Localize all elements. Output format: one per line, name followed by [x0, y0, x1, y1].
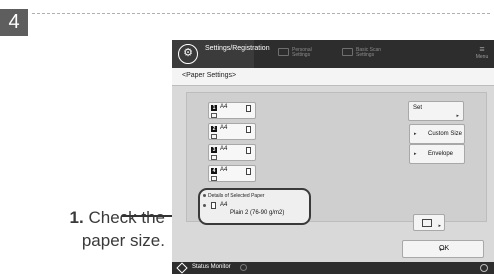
paper-feed-icon: [211, 113, 217, 118]
paper-orientation-icon: [246, 147, 251, 154]
status-monitor-icon: [176, 262, 188, 274]
device-screen: ⚙ Settings/Registration Personal Setting…: [172, 40, 494, 274]
tray-number: 3: [211, 147, 217, 153]
menu-button[interactable]: ≡ Menu: [475, 44, 489, 61]
tray-paper-size: A4: [220, 104, 228, 110]
instruction-text-2: paper size.: [81, 231, 165, 250]
energy-saver-icon[interactable]: [240, 264, 247, 271]
details-header: Details of Selected Paper: [208, 193, 265, 199]
tray-paper-size: A4: [220, 125, 228, 131]
paper-orientation-icon: [246, 126, 251, 133]
chevron-right-icon: ▸: [438, 223, 441, 229]
step-divider: [32, 13, 490, 14]
custom-size-button[interactable]: Custom Size ▸: [409, 124, 465, 144]
step-number-badge: 4: [0, 9, 28, 36]
chevron-right-icon: ▸: [414, 131, 417, 137]
chevron-right-icon: ▸: [456, 113, 459, 119]
set-button-label: Set: [413, 105, 423, 111]
paper-feed-icon: [211, 155, 217, 160]
gear-icon: ⚙: [178, 44, 198, 64]
tray-number: 2: [211, 126, 217, 132]
tray-button[interactable]: 2 A4: [208, 123, 256, 140]
instruction-text-1: Check the: [83, 208, 165, 227]
personal-settings-icon[interactable]: [278, 48, 289, 56]
paper-orientation-icon: [246, 168, 251, 175]
status-monitor-button[interactable]: Status Monitor: [192, 264, 231, 270]
paper-feed-icon: [211, 134, 217, 139]
details-paper-type: Plain 2 (76-90 g/m2): [230, 210, 285, 216]
top-bar: ⚙ Settings/Registration Personal Setting…: [172, 40, 494, 68]
tray-number: 4: [211, 168, 217, 174]
instruction-callout: 1. Check the paper size.: [20, 206, 165, 252]
ok-button[interactable]: OK ↵: [402, 240, 484, 258]
settings-shortcut-icon[interactable]: [480, 264, 488, 272]
custom-size-label: Custom Size: [428, 131, 463, 137]
page-title: <Paper Settings>: [182, 72, 237, 79]
tab-settings-registration[interactable]: ⚙ Settings/Registration: [172, 40, 270, 68]
tray-paper-size: A4: [220, 167, 228, 173]
tray-button[interactable]: 4 A4: [208, 165, 256, 182]
envelope-label: Envelope: [428, 151, 454, 157]
enter-icon: ↵: [439, 245, 446, 254]
tray-number: 1: [211, 105, 217, 111]
tab-personal-settings[interactable]: Personal Settings: [292, 48, 318, 58]
paper-orientation-icon: [211, 202, 216, 209]
bullet: [203, 194, 206, 197]
paper-orientation-icon: [246, 105, 251, 112]
paper-details-button[interactable]: ▸: [413, 214, 445, 231]
envelope-button[interactable]: Envelope ▸: [409, 144, 465, 164]
basic-scan-icon[interactable]: [342, 48, 353, 56]
selected-paper-details: Details of Selected Paper A4 Plain 2 (76…: [198, 188, 311, 225]
menu-label: Menu: [475, 54, 489, 60]
details-paper-size: A4: [220, 202, 228, 208]
instruction-number: 1.: [69, 208, 84, 227]
instruction-line-1: 1. Check the: [20, 206, 165, 229]
sub-header: <Paper Settings>: [172, 68, 494, 86]
bullet: [203, 204, 206, 207]
tab-basic-scan-settings[interactable]: Basic Scan Settings: [356, 48, 382, 58]
set-button[interactable]: Set ▸: [408, 101, 464, 121]
paper-tray-icon: [422, 219, 432, 227]
tray-button[interactable]: 3 A4: [208, 144, 256, 161]
tray-button[interactable]: 1 A4: [208, 102, 256, 119]
tray-paper-size: A4: [220, 146, 228, 152]
paper-feed-icon: [211, 176, 217, 181]
tab-title: Settings/Registration: [205, 45, 270, 52]
chevron-right-icon: ▸: [414, 151, 417, 157]
menu-icon: ≡: [479, 44, 485, 54]
bottom-bar: Status Monitor: [172, 262, 494, 274]
